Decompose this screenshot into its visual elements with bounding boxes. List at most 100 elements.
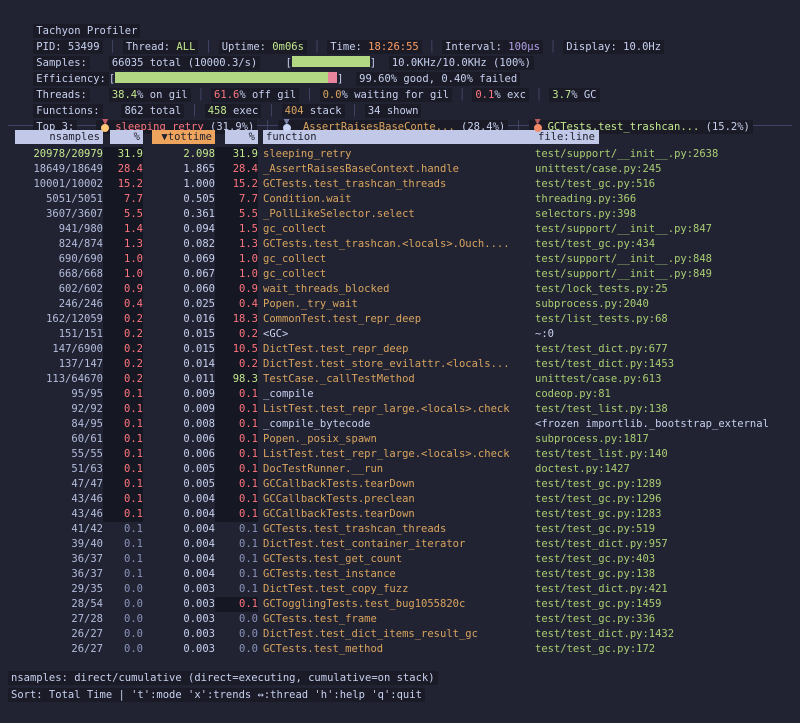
column-header-direct-percent[interactable]: % xyxy=(103,130,143,146)
table-row[interactable]: 151/1510.20.0150.2<GC>~:0 xyxy=(8,327,800,342)
table-row[interactable]: 26/270.00.0030.0DictTest.test_dict_items… xyxy=(8,627,800,642)
table-row[interactable]: 20978/2097931.92.09831.9sleeping_retryte… xyxy=(8,147,800,162)
status-thread[interactable]: Thread: ALL xyxy=(123,40,199,54)
table-row[interactable]: 27/280.00.0030.0GCTests.test_frametest/t… xyxy=(8,612,800,627)
nsamples-cell: 26/27 xyxy=(8,642,103,657)
function-cell: gc_collect xyxy=(258,252,535,267)
stat-suffix: stack xyxy=(304,105,342,117)
nsamples-cell: 20978/20979 xyxy=(8,147,103,162)
column-header-nsamples[interactable]: nsamples xyxy=(8,130,103,146)
function-cell: _compile_bytecode xyxy=(258,417,535,432)
table-row[interactable]: 36/370.10.0040.1GCTests.test_instancetes… xyxy=(8,567,800,582)
function-cell: gc_collect xyxy=(258,267,535,282)
cumulative-percent-cell: 28.4 xyxy=(215,162,258,177)
nsamples-cell: 43/46 xyxy=(8,507,103,522)
table-row[interactable]: 95/950.10.0090.1_compilecodeop.py:81 xyxy=(8,387,800,402)
separator: │ xyxy=(352,105,358,117)
tottime-cell: 0.094 xyxy=(143,222,215,237)
table-row[interactable]: 47/470.10.0050.1GCCallbackTests.tearDown… xyxy=(8,477,800,492)
nsamples-cell: 95/95 xyxy=(8,387,103,402)
separator: │ xyxy=(191,105,197,117)
nsamples-cell: 113/64670 xyxy=(8,372,103,387)
table-row[interactable]: 602/6020.90.0600.9wait_threads_blockedte… xyxy=(8,282,800,297)
table-row[interactable]: 3607/36075.50.3615.5_PollLikeSelector.se… xyxy=(8,207,800,222)
file-line-cell: test/test_gc.py:172 xyxy=(535,642,800,657)
status-interval: Interval: 100µs xyxy=(442,40,543,54)
tottime-cell: 0.060 xyxy=(143,282,215,297)
direct-percent-cell: 7.7 xyxy=(103,192,143,207)
efficiency-summary: 99.60% good, 0.40% failed xyxy=(356,72,520,86)
table-row[interactable]: 668/6681.00.0671.0gc_collecttest/support… xyxy=(8,267,800,282)
cumulative-percent-cell: 10.5 xyxy=(215,342,258,357)
file-line-cell: test/test_list.py:138 xyxy=(535,402,800,417)
separator: │ xyxy=(205,41,211,53)
column-header-tottime-sorted[interactable]: ▼tottime xyxy=(143,130,215,146)
cumulative-percent-cell: 1.0 xyxy=(215,267,258,282)
cumulative-percent-cell: 7.7 xyxy=(215,192,258,207)
cumulative-percent-cell: 31.9 xyxy=(215,147,258,162)
function-cell: GCTests.test_get_count xyxy=(258,552,535,567)
efficiency-failed-segment xyxy=(328,72,337,83)
cumulative-percent-cell: 18.3 xyxy=(215,312,258,327)
function-cell: GCCallbackTests.tearDown xyxy=(258,507,535,522)
function-cell: ListTest.test_repr_large.<locals>.check xyxy=(258,402,535,417)
status-pid: PID: 53499 xyxy=(33,40,102,54)
table-row[interactable]: 690/6901.00.0691.0gc_collecttest/support… xyxy=(8,252,800,267)
functions-segments: 862 total│458 exec│404 stack│34 shown xyxy=(121,105,421,117)
cumulative-percent-cell: 1.3 xyxy=(215,237,258,252)
file-line-cell: unittest/case.py:245 xyxy=(535,162,800,177)
column-header-file-line[interactable]: file:line xyxy=(535,130,800,146)
function-cell: CommonTest.test_repr_deep xyxy=(258,312,535,327)
table-row[interactable]: 51/630.10.0050.1DocTestRunner.__rundocte… xyxy=(8,462,800,477)
thread-value: ALL xyxy=(176,41,195,53)
nsamples-cell: 92/92 xyxy=(8,402,103,417)
cumulative-percent-cell: 0.1 xyxy=(215,387,258,402)
function-cell: sleeping_retry xyxy=(258,147,535,162)
file-line-cell: test/test_gc.py:519 xyxy=(535,522,800,537)
file-line-cell: test/test_list.py:140 xyxy=(535,447,800,462)
table-row[interactable]: 60/610.10.0060.1Popen._posix_spawnsubpro… xyxy=(8,432,800,447)
table-row[interactable]: 43/460.10.0040.1GCCallbackTests.tearDown… xyxy=(8,507,800,522)
table-row[interactable]: 10001/1000215.21.00015.2GCTests.test_tra… xyxy=(8,177,800,192)
table-row[interactable]: 29/350.00.0030.1DictTest.test_copy_fuzzt… xyxy=(8,582,800,597)
cumulative-percent-cell: 0.1 xyxy=(215,507,258,522)
direct-percent-cell: 28.4 xyxy=(103,162,143,177)
table-row[interactable]: 26/270.00.0030.0GCTests.test_methodtest/… xyxy=(8,642,800,657)
column-header-cumulative-percent[interactable]: % xyxy=(215,130,258,146)
pid-value: 53499 xyxy=(68,41,100,53)
nsamples-cell: 668/668 xyxy=(8,267,103,282)
cumulative-percent-cell: 1.5 xyxy=(215,222,258,237)
table-row[interactable]: 941/9801.40.0941.5gc_collecttest/support… xyxy=(8,222,800,237)
table-row[interactable]: 28/540.00.0030.1GCTogglingTests.test_bug… xyxy=(8,597,800,612)
column-header-function[interactable]: function xyxy=(258,130,535,146)
table-row[interactable]: 84/950.10.0080.1_compile_bytecode<frozen… xyxy=(8,417,800,432)
direct-percent-cell: 0.1 xyxy=(103,402,143,417)
file-line-cell: threading.py:366 xyxy=(535,192,800,207)
table-row[interactable]: 5051/50517.70.5057.7Condition.waitthread… xyxy=(8,192,800,207)
direct-percent-cell: 0.1 xyxy=(103,447,143,462)
stat-suffix: exec xyxy=(227,105,259,117)
nsamples-cell: 39/40 xyxy=(8,537,103,552)
file-line-cell: test/support/__init__.py:847 xyxy=(535,222,800,237)
direct-percent-cell: 0.4 xyxy=(103,297,143,312)
table-row[interactable]: 36/370.10.0040.1GCTests.test_get_countte… xyxy=(8,552,800,567)
separator: │ xyxy=(550,41,556,53)
function-cell: ListTest.test_repr_large.<locals>.check xyxy=(258,447,535,462)
table-row[interactable]: 113/646700.20.01198.3TestCase._callTestM… xyxy=(8,372,800,387)
nsamples-cell: 602/602 xyxy=(8,282,103,297)
table-row[interactable]: 55/550.10.0060.1ListTest.test_repr_large… xyxy=(8,447,800,462)
table-row[interactable]: 41/420.10.0040.1GCTests.test_trashcan_th… xyxy=(8,522,800,537)
table-row[interactable]: 162/120590.20.01618.3CommonTest.test_rep… xyxy=(8,312,800,327)
table-row[interactable]: 147/69000.20.01510.5DictTest.test_repr_d… xyxy=(8,342,800,357)
table-row[interactable]: 137/1470.20.0140.2DictTest.test_store_ev… xyxy=(8,357,800,372)
table-row[interactable]: 246/2460.40.0250.4Popen._try_waitsubproc… xyxy=(8,297,800,312)
nsamples-cell: 60/61 xyxy=(8,432,103,447)
cumulative-percent-cell: 0.0 xyxy=(215,612,258,627)
stat-value: 61.6 xyxy=(214,89,239,101)
table-row[interactable]: 39/400.10.0040.1DictTest.test_container_… xyxy=(8,537,800,552)
table-row[interactable]: 824/8741.30.0821.3GCTests.test_trashcan.… xyxy=(8,237,800,252)
table-row[interactable]: 92/920.10.0090.1ListTest.test_repr_large… xyxy=(8,402,800,417)
table-row[interactable]: 18649/1864928.41.86528.4_AssertRaisesBas… xyxy=(8,162,800,177)
cumulative-percent-cell: 0.1 xyxy=(215,552,258,567)
table-row[interactable]: 43/460.10.0040.1GCCallbackTests.preclean… xyxy=(8,492,800,507)
